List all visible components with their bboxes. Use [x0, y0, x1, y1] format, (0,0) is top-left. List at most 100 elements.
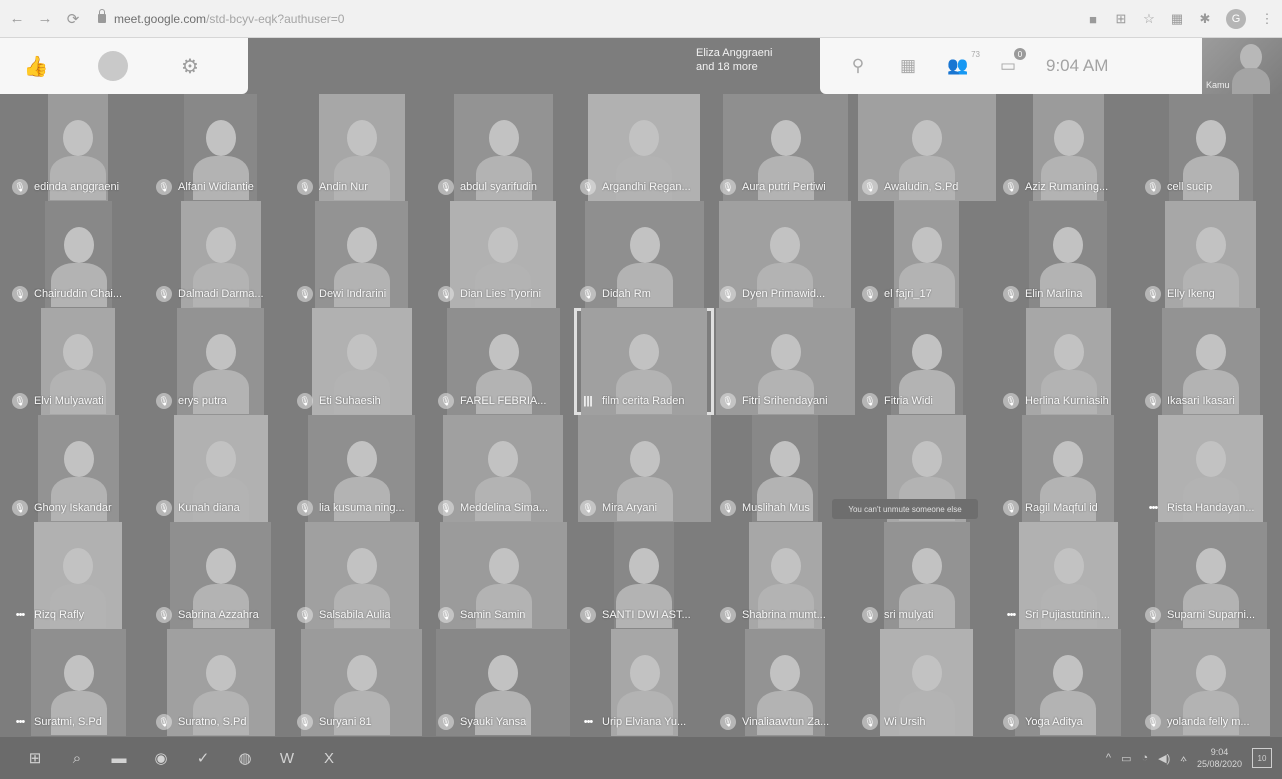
participant-tile[interactable]: 🎙 Suryani 81 — [291, 629, 432, 736]
more-options-icon[interactable]: ••• — [1003, 607, 1019, 623]
participant-tile[interactable]: 🎙 Eti Suhaesih — [291, 308, 432, 415]
volume-icon[interactable]: ◀) — [1158, 752, 1170, 765]
participant-tile[interactable]: 🎙 Dalmadi Darma... — [150, 201, 291, 308]
tray-chevron-icon[interactable]: ^ — [1106, 752, 1111, 764]
participant-tile[interactable]: 🎙 Herlina Kurniasih — [997, 308, 1139, 415]
participant-tile[interactable]: 🎙 Sabrina Azzahra — [150, 522, 291, 629]
self-view-thumbnail[interactable]: Kamu — [1202, 38, 1282, 94]
participant-tile[interactable]: 🎙 Vinaliaawtun Za... — [714, 629, 856, 736]
battery-icon[interactable]: ▭ — [1121, 752, 1131, 765]
back-icon[interactable]: ← — [6, 8, 28, 30]
participant-tile[interactable]: 🎙 cell sucip — [1139, 94, 1282, 201]
participant-tile[interactable]: 🎙 Argandhi Regan... — [574, 94, 714, 201]
participant-tile[interactable]: 🎙 Chairuddin Chai... — [6, 201, 150, 308]
gear-icon[interactable]: ⚙ — [176, 52, 204, 80]
participant-tile[interactable]: 🎙 Aura putri Pertiwi — [714, 94, 856, 201]
participant-tile[interactable]: 🎙 Ragil Maqful id — [997, 415, 1139, 522]
search-icon[interactable]: ⌕ — [64, 745, 90, 771]
participant-tile[interactable]: 🎙 Yoga Aditya — [997, 629, 1139, 736]
notification-icon[interactable]: 10 — [1252, 748, 1272, 768]
more-options-icon[interactable]: ••• — [12, 607, 28, 623]
participant-tile[interactable]: 🎙 Fitria Widi — [856, 308, 997, 415]
people-icon[interactable]: 👥 73 — [946, 50, 980, 78]
participant-name: abdul syarifudin — [460, 181, 538, 193]
bookmark-star-icon[interactable]: ☆ — [1142, 11, 1156, 26]
participant-tile[interactable]: 🎙 edinda anggraeni — [6, 94, 150, 201]
acrobat-icon[interactable]: ✓ — [190, 745, 216, 771]
participant-tile[interactable]: 🎙 Meddelina Sima... — [432, 415, 574, 522]
participant-tile[interactable]: 🎙 sri mulyati — [856, 522, 997, 629]
participant-tile[interactable]: 🎙 Aziz Rumaning... — [997, 94, 1139, 201]
participant-tile[interactable]: ••• Suratmi, S.Pd — [6, 629, 150, 736]
url-host: meet.google.com — [114, 11, 207, 26]
participant-tile[interactable]: 🎙 el fajri_17 — [856, 201, 997, 308]
media-player-icon[interactable]: ◍ — [232, 745, 258, 771]
participant-name: Suryani 81 — [319, 716, 372, 728]
extension-grid-icon[interactable]: ▦ — [1170, 11, 1184, 26]
participant-tile[interactable]: 🎙 Suratno, S.Pd — [150, 629, 291, 736]
forward-icon[interactable]: → — [34, 8, 56, 30]
more-options-icon[interactable]: ••• — [12, 714, 28, 730]
layout-icon[interactable]: ⚲ — [846, 54, 870, 78]
participant-tile[interactable]: 🎙 Didah Rm — [574, 201, 714, 308]
participant-tile[interactable]: 🎙 Shabrina mumt... — [714, 522, 856, 629]
file-explorer-icon[interactable]: ▬ — [106, 745, 132, 771]
word-icon[interactable]: W — [274, 745, 300, 771]
reload-icon[interactable]: ⟳ — [62, 8, 84, 30]
participant-tile[interactable]: ••• Rizq Rafly — [6, 522, 150, 629]
participant-tile[interactable]: 🎙 Suparni Suparni... — [1139, 522, 1282, 629]
participant-tile[interactable]: 🎙 Awaludin, S.Pd — [856, 94, 997, 201]
participant-tile[interactable]: 🎙 Alfani Widiantie — [150, 94, 291, 201]
participant-tile[interactable]: 🎙 Ghony Iskandar — [6, 415, 150, 522]
participant-tile[interactable]: 🎙 Syauki Yansa — [432, 629, 574, 736]
chat-icon[interactable]: ▭ 0 — [996, 48, 1026, 78]
participant-tile[interactable]: 🎙 yolanda felly m... — [1139, 629, 1282, 736]
thumbs-up-icon[interactable]: 👍 — [22, 52, 50, 80]
more-options-icon[interactable]: ••• — [580, 714, 596, 730]
participant-name: sri mulyati — [884, 609, 934, 621]
participant-tile[interactable]: 🎙 lia kusuma ning... — [291, 415, 432, 522]
grid-view-icon[interactable]: ▦ — [896, 54, 920, 78]
menu-kebab-icon[interactable]: ⋮ — [1260, 11, 1274, 26]
participant-tile[interactable]: ••• Rista Handayan... — [1139, 415, 1282, 522]
system-clock[interactable]: 9:04 25/08/2020 — [1197, 746, 1242, 770]
participant-tile[interactable]: 🎙 Andin Nur — [291, 94, 432, 201]
address-bar[interactable]: meet.google.com /std-bcyv-eqk?authuser=0 — [98, 9, 344, 26]
mic-off-icon: 🎙 — [862, 714, 878, 730]
participant-tile[interactable]: 🎙 FAREL FEBRIA... — [432, 308, 574, 415]
participant-tile[interactable]: 🎙 Mira Aryani — [574, 415, 714, 522]
participant-tile[interactable]: 🎙 Kunah diana — [150, 415, 291, 522]
participant-tile[interactable]: 🎙 SANTI DWI AST... — [574, 522, 714, 629]
language-icon[interactable]: ⟑ — [1180, 752, 1187, 765]
participant-name: Shabrina mumt... — [742, 609, 826, 621]
participant-tile[interactable]: 🎙 Samin Samin — [432, 522, 574, 629]
chrome-icon[interactable]: ◉ — [148, 745, 174, 771]
participant-tile[interactable]: 🎙 Elin Marlina — [997, 201, 1139, 308]
excel-icon[interactable]: X — [316, 745, 342, 771]
windows-start-icon[interactable]: ⊞ — [22, 745, 48, 771]
participant-tile[interactable]: ••• Urip Elviana Yu... — [574, 629, 714, 736]
participant-tile[interactable]: 🎙 Elvi Mulyawati — [6, 308, 150, 415]
participant-tile[interactable]: ••• Sri Pujiastutinin... — [997, 522, 1139, 629]
mic-off-icon: 🎙 — [862, 179, 878, 195]
participant-face — [63, 655, 94, 691]
network-icon[interactable]: ◔ — [1141, 752, 1148, 764]
participant-tile[interactable]: 🎙 Dewi Indrarini — [291, 201, 432, 308]
participant-tile[interactable]: 🎙 Elly Ikeng — [1139, 201, 1282, 308]
participant-tile[interactable]: 🎙 abdul syarifudin — [432, 94, 574, 201]
participant-face — [629, 655, 660, 691]
participant-tile[interactable]: 🎙 erys putra — [150, 308, 291, 415]
participant-tile[interactable]: 🎙 Dian Lies Tyorini — [432, 201, 574, 308]
participant-tile[interactable]: 🎙 Salsabila Aulia — [291, 522, 432, 629]
translate-icon[interactable]: ⊞ — [1114, 11, 1128, 26]
camera-permission-icon[interactable]: ■ — [1086, 12, 1100, 27]
participant-tile[interactable]: 🎙 Wi Ursih — [856, 629, 997, 736]
participant-tile[interactable]: ||| film cerita Raden — [574, 308, 714, 415]
avatar-icon[interactable] — [98, 51, 128, 81]
extensions-puzzle-icon[interactable]: ✱ — [1198, 11, 1212, 26]
profile-avatar[interactable]: G — [1226, 9, 1246, 29]
participant-tile[interactable]: 🎙 Fitri Srihendayani — [714, 308, 856, 415]
participant-tile[interactable]: 🎙 Dyen Primawid... — [714, 201, 856, 308]
more-options-icon[interactable]: ••• — [1145, 500, 1161, 516]
participant-tile[interactable]: 🎙 Ikasari Ikasari — [1139, 308, 1282, 415]
